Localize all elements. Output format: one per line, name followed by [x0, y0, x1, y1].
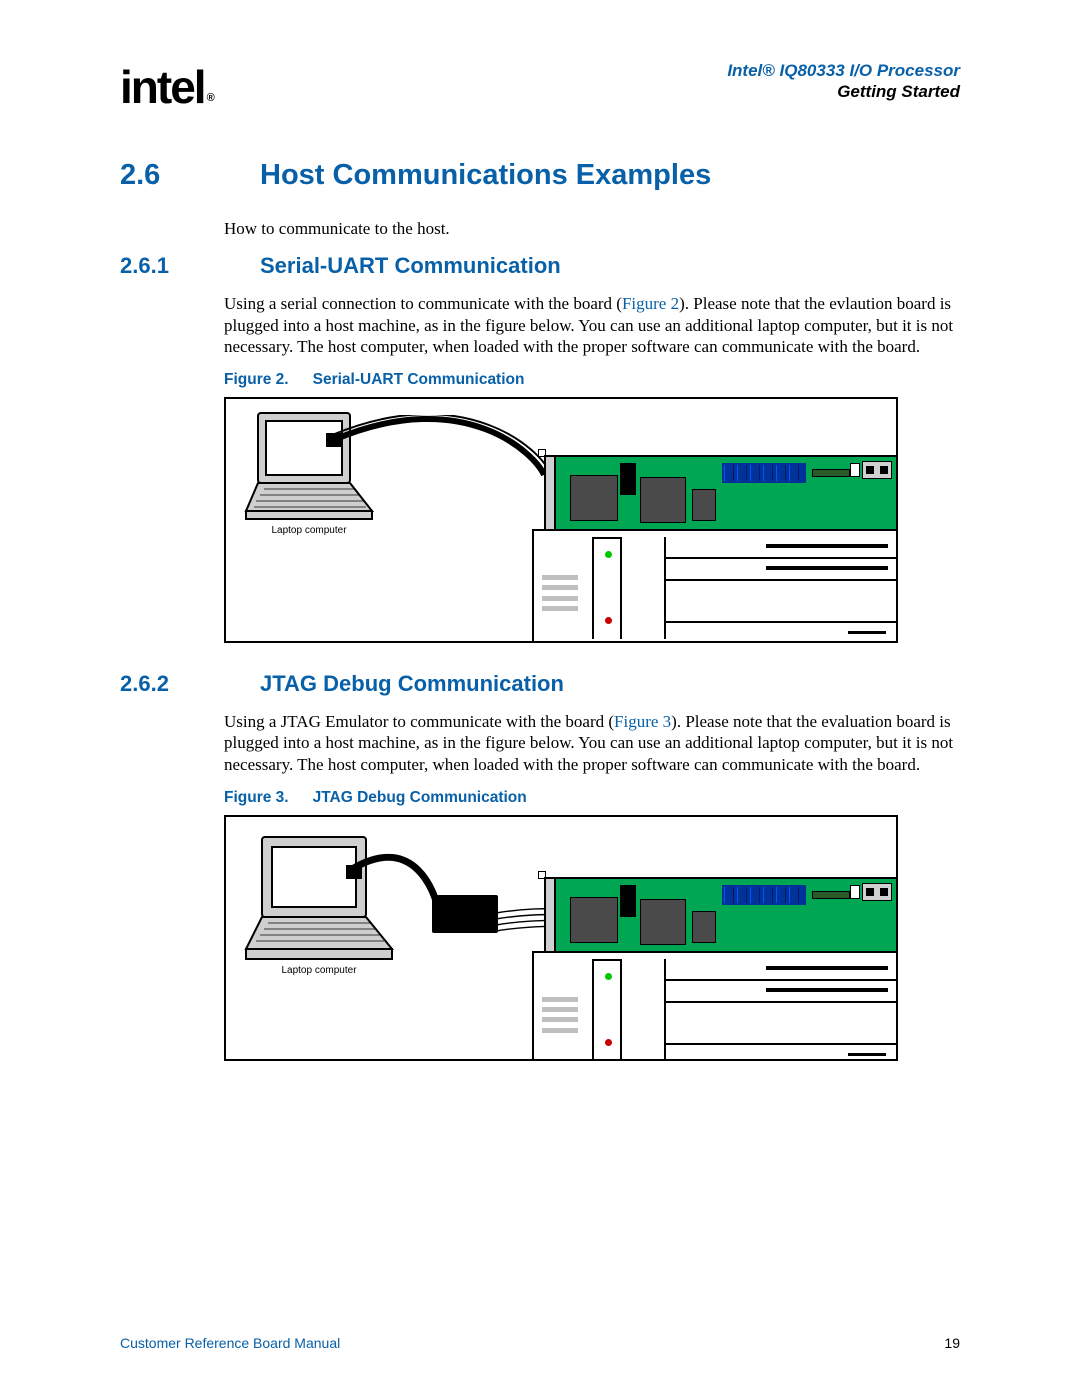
- board-and-host-icon: [544, 877, 898, 1061]
- doc-title-block: Intel® IQ80333 I/O Processor Getting Sta…: [727, 60, 960, 103]
- figure-2-diagram: Laptop computer: [224, 397, 898, 643]
- eval-board-icon: [554, 455, 898, 531]
- figure-2-caption-text: Serial-UART Communication: [313, 371, 525, 388]
- subsection-1-body: Using a serial connection to communicate…: [224, 293, 960, 357]
- subsection-2-title: JTAG Debug Communication: [260, 671, 960, 697]
- board-and-host-icon: [544, 455, 898, 643]
- subsection-2-body: Using a JTAG Emulator to communicate wit…: [224, 711, 960, 775]
- laptop-icon: Laptop computer: [244, 411, 374, 536]
- page-header: intel® Intel® IQ80333 I/O Processor Gett…: [120, 60, 960, 114]
- body-pre: Using a serial connection to communicate…: [224, 294, 622, 313]
- figure-3-caption: Figure 3.JTAG Debug Communication: [224, 789, 960, 807]
- intel-logo: intel®: [120, 60, 211, 114]
- host-pc-icon: [532, 529, 898, 643]
- subsection-2-heading: 2.6.2 JTAG Debug Communication: [120, 671, 960, 697]
- section-intro: How to communicate to the host.: [224, 218, 960, 239]
- footer-page-number: 19: [944, 1335, 960, 1351]
- subsection-2-number: 2.6.2: [120, 671, 210, 697]
- figure-2-link[interactable]: Figure 2: [622, 294, 679, 313]
- doc-title: Intel® IQ80333 I/O Processor: [727, 60, 960, 81]
- host-pc-icon: [532, 951, 898, 1061]
- section-number: 2.6: [120, 159, 210, 192]
- laptop-icon: Laptop computer: [244, 835, 394, 976]
- figure-3-link[interactable]: Figure 3: [614, 712, 671, 731]
- eval-board-icon: [554, 877, 898, 953]
- figure-3-diagram: Laptop computer: [224, 815, 898, 1061]
- subsection-1-title: Serial-UART Communication: [260, 253, 960, 279]
- laptop-label-2: Laptop computer: [244, 965, 394, 976]
- section-title: Host Communications Examples: [260, 159, 960, 192]
- footer-manual-name: Customer Reference Board Manual: [120, 1335, 340, 1351]
- figure-2-caption: Figure 2.Serial-UART Communication: [224, 371, 960, 389]
- doc-section-name: Getting Started: [727, 81, 960, 102]
- figure-3-caption-lead: Figure 3.: [224, 789, 313, 806]
- section-heading: 2.6 Host Communications Examples: [120, 159, 960, 192]
- logo-text: intel: [120, 61, 205, 113]
- subsection-1-heading: 2.6.1 Serial-UART Communication: [120, 253, 960, 279]
- figure-2-caption-lead: Figure 2.: [224, 371, 313, 388]
- subsection-1-number: 2.6.1: [120, 253, 210, 279]
- registered-mark: ®: [207, 92, 213, 104]
- body-pre-2: Using a JTAG Emulator to communicate wit…: [224, 712, 614, 731]
- figure-3-caption-text: JTAG Debug Communication: [313, 789, 527, 806]
- laptop-label: Laptop computer: [244, 525, 374, 536]
- page-footer: Customer Reference Board Manual 19: [120, 1335, 960, 1351]
- jtag-emulator-icon: [432, 895, 498, 933]
